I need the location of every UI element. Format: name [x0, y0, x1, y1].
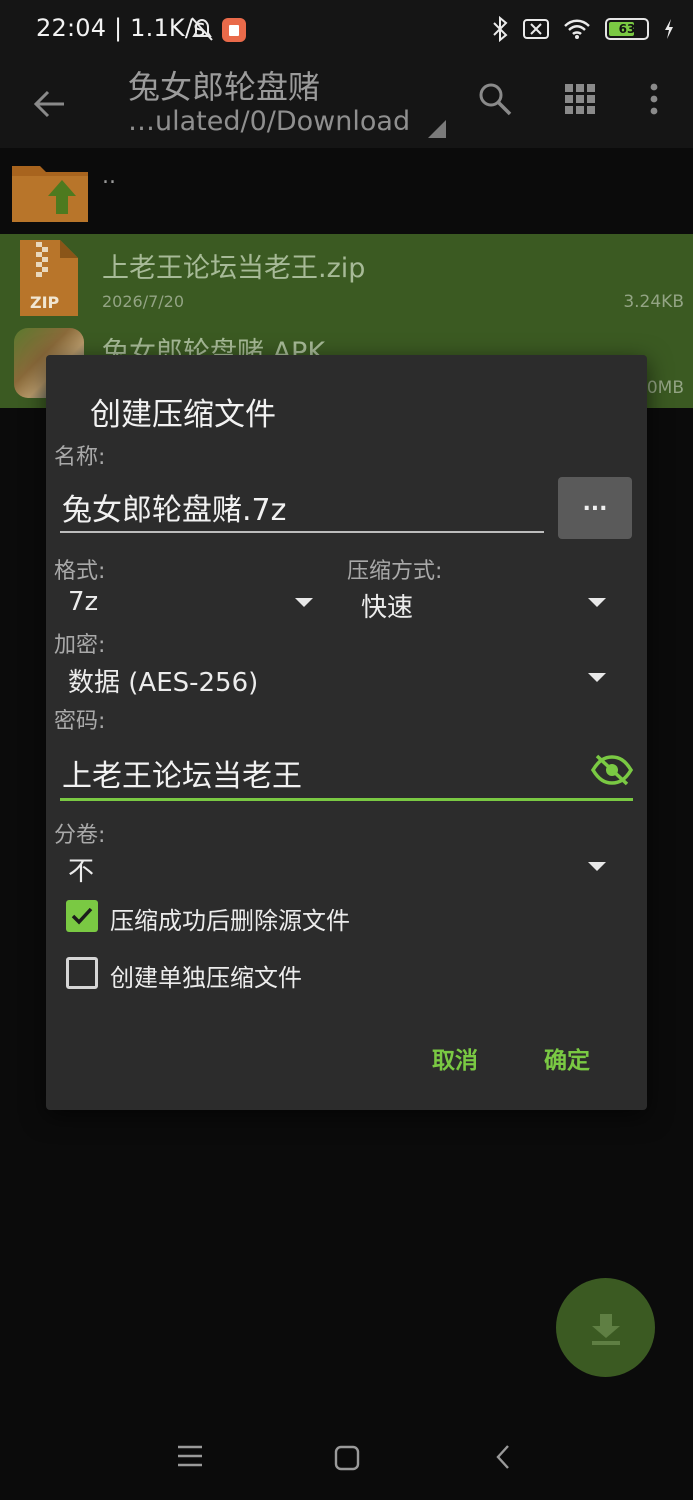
battery-icon: 63: [605, 18, 649, 40]
method-dropdown-icon: [588, 598, 606, 607]
app-bar: 兔女郎轮盘赌 …ulated/0/Download: [0, 60, 693, 148]
wifi-icon: [564, 19, 590, 39]
file-size: 3.24KB: [623, 292, 684, 312]
encrypt-dropdown-icon: [588, 673, 606, 682]
volume-value: 不: [68, 857, 95, 887]
folder-up-icon: [12, 166, 88, 222]
encrypt-label: 加密:: [54, 633, 106, 658]
file-size: 0MB: [646, 378, 684, 398]
method-value: 快速: [361, 593, 414, 623]
name-label: 名称:: [54, 445, 106, 470]
format-dropdown-icon: [295, 598, 313, 607]
search-icon[interactable]: [476, 80, 514, 118]
separate-archive-checkbox[interactable]: [66, 957, 98, 989]
bell-off-icon: [191, 17, 246, 42]
volume-dropdown-icon: [588, 862, 606, 871]
app-title: 兔女郎轮盘赌: [128, 68, 321, 106]
sim-off-icon: [523, 19, 549, 39]
grid-view-icon[interactable]: [563, 82, 597, 116]
separator: |: [114, 14, 123, 42]
status-time: 22:04 | 1.1K/s: [36, 14, 206, 42]
method-label: 压缩方式:: [347, 559, 443, 584]
format-value: 7z: [68, 587, 99, 617]
ok-button[interactable]: 确定: [544, 1041, 590, 1075]
file-name: 上老王论坛当老王.zip: [102, 253, 366, 284]
create-archive-dialog: 创建压缩文件 名称: 兔女郎轮盘赌.7z ... 格式: 7z 压缩方式: 快速…: [46, 355, 647, 1110]
more-vert-icon[interactable]: [642, 80, 666, 118]
system-nav-bar: [0, 1418, 693, 1500]
password-input[interactable]: 上老王论坛当老王: [60, 747, 633, 801]
password-label: 密码:: [54, 709, 106, 734]
home-icon[interactable]: [334, 1445, 360, 1471]
back-nav-icon[interactable]: [494, 1444, 512, 1470]
recent-apps-icon[interactable]: [177, 1444, 203, 1468]
separate-archive-label[interactable]: 创建单独压缩文件: [110, 958, 302, 993]
check-icon: [71, 907, 93, 925]
path-dropdown-icon[interactable]: [426, 120, 446, 138]
archive-name-input[interactable]: 兔女郎轮盘赌.7z: [60, 475, 544, 533]
delete-source-checkbox[interactable]: [66, 900, 98, 932]
password-value: 上老王论坛当老王: [62, 759, 302, 794]
visibility-off-icon[interactable]: [591, 753, 633, 787]
status-right-icons: 63: [491, 16, 675, 42]
archive-name-value: 兔女郎轮盘赌.7z: [62, 493, 287, 528]
delete-source-label[interactable]: 压缩成功后删除源文件: [110, 901, 350, 936]
file-date: 2026/7/20: [102, 292, 185, 311]
cancel-button[interactable]: 取消: [432, 1041, 478, 1075]
parent-folder-row[interactable]: ..: [0, 148, 693, 234]
current-path[interactable]: …ulated/0/Download: [128, 106, 410, 137]
download-icon: [592, 1314, 620, 1345]
dialog-title: 创建压缩文件: [90, 397, 276, 433]
back-arrow-icon[interactable]: [28, 82, 72, 126]
bluetooth-icon: [493, 16, 508, 42]
format-label: 格式:: [54, 559, 106, 584]
battery-level: 63: [618, 22, 636, 36]
zip-file-icon: ZIP: [20, 240, 78, 316]
svg-text:ZIP: ZIP: [30, 293, 60, 312]
browse-button[interactable]: ...: [558, 477, 632, 539]
status-left-icons: [190, 16, 250, 48]
status-bar: 22:04 | 1.1K/s 63: [0, 0, 693, 60]
download-fab[interactable]: [556, 1278, 655, 1377]
charging-icon: [665, 19, 673, 39]
volume-label: 分卷:: [54, 823, 106, 848]
file-row[interactable]: ZIP 上老王论坛当老王.zip 2026/7/20 3.24KB: [0, 234, 693, 322]
parent-folder-label: ..: [102, 164, 116, 189]
clock: 22:04: [36, 14, 107, 42]
encrypt-value: 数据 (AES-256): [68, 668, 259, 698]
